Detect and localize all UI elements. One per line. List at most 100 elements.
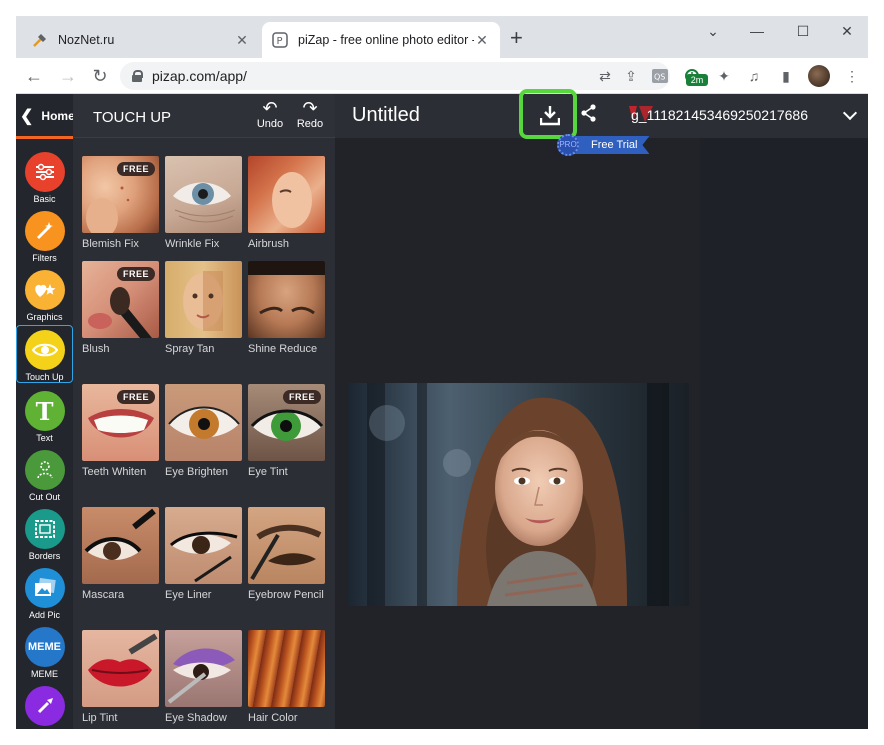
touchup-teeth-whiten[interactable]: FREE Teeth Whiten — [82, 384, 159, 481]
touchup-mascara[interactable]: Mascara — [82, 507, 159, 604]
tool-graphics[interactable]: Graphics — [16, 266, 73, 324]
tool-text[interactable]: T Text — [16, 387, 73, 445]
url-text: pizap.com/app/ — [152, 68, 247, 84]
touchup-airbrush[interactable]: Airbrush — [248, 156, 325, 253]
lock-icon[interactable] — [132, 70, 143, 82]
home-label: Home — [41, 109, 75, 123]
touchup-eyebrow-pencil[interactable]: Eyebrow Pencil — [248, 507, 325, 604]
touchup-blush[interactable]: FREE Blush — [82, 261, 159, 358]
new-tab-button[interactable]: + — [510, 27, 523, 49]
editor-main: Untitled Free Trial PRO g_11182145346925… — [335, 89, 868, 729]
pizap-app: ❮ Home Basic Filters Graphics Touch Up T… — [16, 89, 868, 729]
item-label: Blemish Fix — [82, 238, 139, 250]
tool-label: Cut Out — [28, 492, 60, 502]
tool-paint[interactable] — [16, 682, 73, 729]
tool-touch-up[interactable]: Touch Up — [16, 325, 73, 383]
free-badge: FREE — [116, 267, 155, 281]
touchup-hair-color[interactable]: Hair Color — [248, 630, 325, 727]
undo-button[interactable]: ↶ Undo — [253, 98, 287, 130]
touchup-shine-reduce[interactable]: Shine Reduce — [248, 261, 325, 358]
svg-text:QS: QS — [654, 73, 665, 82]
reload-icon[interactable]: ↻ — [88, 64, 112, 88]
forward-icon[interactable]: → — [56, 64, 80, 88]
share-icon[interactable] — [581, 104, 597, 127]
tab-close-icon[interactable]: ✕ — [474, 32, 490, 49]
translate-icon[interactable]: ⇄ — [592, 68, 618, 85]
touchup-eye-brighten[interactable]: Eye Brighten — [165, 384, 242, 481]
back-icon[interactable]: ← — [22, 64, 46, 88]
menu-dots-icon[interactable]: ⋮ — [842, 66, 862, 86]
close-window-icon[interactable]: ✕ — [824, 16, 868, 46]
maximize-icon[interactable]: ☐ — [780, 16, 826, 46]
text-t-icon: T — [24, 391, 65, 431]
tool-label: Add Pic — [28, 610, 61, 620]
tools-favicon-icon — [32, 32, 48, 48]
user-id[interactable]: g_111821453469250217686 — [631, 107, 808, 123]
item-label: Eyebrow Pencil — [248, 589, 324, 601]
frame-icon — [24, 509, 65, 549]
tool-basic[interactable]: Basic — [16, 148, 73, 206]
tab-title: NozNet.ru — [58, 33, 115, 47]
browser-window: NozNet.ru ✕ P piZap - free online photo … — [16, 16, 868, 729]
item-label: Airbrush — [248, 238, 289, 250]
paintbrush-icon — [24, 686, 65, 726]
tab-strip: NozNet.ru ✕ P piZap - free online photo … — [16, 16, 868, 58]
tab-pizap[interactable]: P piZap - free online photo editor - ✕ — [262, 22, 500, 58]
minimize-icon[interactable]: — — [734, 16, 780, 46]
portrait-photo[interactable] — [347, 383, 689, 606]
tool-borders[interactable]: Borders — [16, 505, 73, 563]
extensions-puzzle-icon[interactable]: ✦ — [714, 66, 734, 86]
free-badge: FREE — [282, 390, 321, 404]
touchup-spray-tan[interactable]: Spray Tan — [165, 261, 242, 358]
tab-close-icon[interactable]: ✕ — [234, 32, 250, 49]
redo-label: Redo — [296, 118, 324, 130]
tab-search-icon[interactable]: ⌄ — [690, 16, 736, 46]
redo-icon: ↷ — [302, 98, 318, 118]
item-label: Eye Tint — [248, 466, 288, 478]
side-panel-icon[interactable]: ▮ — [776, 66, 796, 86]
extension-qs-icon[interactable]: QS — [650, 66, 670, 86]
redo-button[interactable]: ↷ Redo — [293, 98, 327, 130]
free-badge: FREE — [116, 390, 155, 404]
thumbnail — [82, 507, 159, 584]
editor-header: Untitled Free Trial PRO g_11182145346925… — [335, 89, 868, 156]
thumbnail — [82, 630, 159, 707]
thumbnail — [165, 507, 242, 584]
touchup-blemish-fix[interactable]: FREE Blemish Fix — [82, 156, 159, 253]
document-title[interactable]: Untitled — [352, 104, 420, 127]
sliders-icon — [24, 152, 65, 192]
chevron-down-icon[interactable] — [842, 105, 858, 121]
share-page-icon[interactable]: ⇪ — [618, 68, 644, 85]
home-underline — [16, 136, 73, 139]
thumbnail — [248, 630, 325, 707]
touchup-eye-shadow[interactable]: Eye Shadow — [165, 630, 242, 727]
touchup-eye-tint[interactable]: FREE Eye Tint — [248, 384, 325, 481]
tool-label: Text — [36, 433, 53, 443]
tab-noznet[interactable]: NozNet.ru ✕ — [22, 22, 260, 58]
item-label: Eye Liner — [165, 589, 212, 601]
thumbnail — [165, 630, 242, 707]
thumbnail — [248, 507, 325, 584]
touchup-wrinkle-fix[interactable]: Wrinkle Fix — [165, 156, 242, 253]
home-button[interactable]: ❮ Home — [16, 94, 75, 138]
panel-title: TOUCH UP — [93, 109, 172, 126]
tool-label: Borders — [28, 551, 61, 561]
tab-title: piZap - free online photo editor - — [298, 33, 474, 47]
download-icon[interactable] — [539, 104, 561, 126]
tool-label: MEME — [31, 669, 58, 679]
profile-avatar[interactable] — [808, 65, 830, 87]
tool-add-pic[interactable]: Add Pic — [16, 564, 73, 622]
tool-cut-out[interactable]: Cut Out — [16, 446, 73, 504]
svg-text:P: P — [277, 36, 283, 47]
tool-meme[interactable]: MEME MEME — [16, 623, 73, 681]
tool-filters[interactable]: Filters — [16, 207, 73, 265]
media-control-icon[interactable]: ♫ — [744, 66, 764, 86]
item-label: Shine Reduce — [248, 343, 318, 355]
extension-badge: 2m — [686, 74, 708, 86]
item-label: Mascara — [82, 589, 125, 601]
touchup-eye-liner[interactable]: Eye Liner — [165, 507, 242, 604]
address-bar[interactable]: pizap.com/app/ ⇄ ⇪ ☆ — [120, 62, 670, 90]
chevron-left-icon: ❮ — [20, 108, 34, 125]
touchup-lip-tint[interactable]: Lip Tint — [82, 630, 159, 727]
thumbnail — [165, 156, 242, 233]
